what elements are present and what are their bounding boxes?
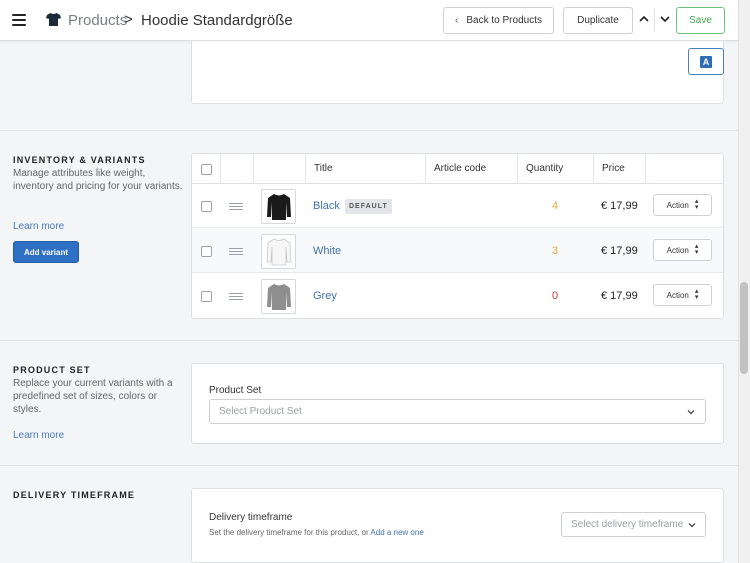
column-header-quantity[interactable]: Quantity: [526, 163, 563, 174]
product-set-label: Product Set: [209, 385, 262, 396]
section-divider: [0, 340, 738, 341]
variants-table: Title Article code Quantity Price Black …: [191, 153, 724, 319]
breadcrumb-separator: >: [124, 11, 133, 28]
variant-thumbnail[interactable]: [261, 279, 296, 314]
inventory-section-description: Manage attributes like weight, inventory…: [13, 168, 183, 192]
column-header-article-code[interactable]: Article code: [434, 163, 486, 174]
duplicate-button[interactable]: Duplicate: [563, 7, 633, 34]
variant-title-link[interactable]: Grey: [313, 290, 337, 302]
product-set-section-title: PRODUCT SET: [13, 365, 91, 375]
column-divider: [517, 154, 518, 184]
top-bar: Products > Hoodie Standardgröße ‹ Back t…: [0, 0, 738, 41]
inventory-section-title: INVENTORY & VARIANTS: [13, 155, 146, 165]
column-divider: [305, 154, 306, 184]
action-label: Action: [666, 290, 689, 300]
sweater-image: [266, 238, 291, 265]
table-row[interactable]: Black DEFAULT 4 € 17,99 Action ▴ ▾: [192, 184, 723, 228]
sweater-image: [266, 283, 291, 310]
variant-quantity: 0: [551, 290, 559, 302]
column-divider: [253, 154, 254, 184]
section-divider: [0, 130, 738, 131]
delivery-section-title: DELIVERY TIMEFRAME: [13, 490, 136, 500]
section-divider: [0, 465, 738, 466]
scrollbar-thumb[interactable]: [740, 282, 748, 374]
action-label: Action: [666, 245, 689, 255]
translate-icon: A: [700, 55, 712, 68]
variant-quantity: 4: [551, 200, 559, 212]
drag-handle-icon[interactable]: [229, 203, 243, 211]
variants-table-header: Title Article code Quantity Price: [192, 154, 723, 184]
select-all-checkbox[interactable]: [201, 164, 212, 175]
delivery-timeframe-select[interactable]: Select delivery timeframe: [561, 512, 706, 537]
product-set-placeholder: Select Product Set: [219, 406, 302, 417]
add-new-timeframe-link[interactable]: Add a new one: [370, 528, 423, 537]
variant-price: € 17,99: [601, 200, 638, 212]
breadcrumb-products[interactable]: Products: [68, 12, 127, 29]
row-checkbox[interactable]: [201, 201, 212, 212]
chevron-down-icon[interactable]: [659, 12, 671, 26]
column-divider: [425, 154, 426, 184]
updown-icon: ▴ ▾: [694, 198, 699, 211]
sweater-image: [266, 193, 291, 220]
drag-handle-icon[interactable]: [229, 293, 243, 301]
description-card: [191, 40, 724, 104]
column-header-price[interactable]: Price: [602, 163, 625, 174]
variant-title-link[interactable]: White: [313, 245, 341, 257]
action-dropdown[interactable]: Action ▴ ▾: [653, 239, 712, 261]
add-variant-button[interactable]: Add variant: [13, 241, 79, 263]
product-set-section-description: Replace your current variants with a pre…: [13, 378, 173, 415]
drag-handle-icon[interactable]: [229, 248, 243, 256]
variant-thumbnail[interactable]: [261, 234, 296, 269]
menu-icon[interactable]: [12, 14, 26, 26]
variant-price: € 17,99: [601, 290, 638, 302]
chevron-left-icon: ‹: [455, 15, 459, 26]
product-set-select[interactable]: Select Product Set: [209, 399, 706, 424]
shirt-icon: [46, 13, 61, 26]
delivery-label: Delivery timeframe: [209, 512, 293, 523]
delivery-help-copy: Set the delivery timeframe for this prod…: [209, 528, 369, 537]
updown-icon: ▴ ▾: [694, 243, 699, 256]
save-button[interactable]: Save: [676, 7, 725, 34]
delivery-help-text: Set the delivery timeframe for this prod…: [209, 528, 424, 537]
chevron-down-icon: [688, 523, 696, 528]
row-checkbox[interactable]: [201, 246, 212, 257]
row-checkbox[interactable]: [201, 291, 212, 302]
action-dropdown[interactable]: Action ▴ ▾: [653, 194, 712, 216]
back-to-products-button[interactable]: ‹ Back to Products: [443, 7, 554, 34]
variant-quantity: 3: [551, 245, 559, 257]
page-title: Hoodie Standardgröße: [141, 12, 293, 29]
column-header-title[interactable]: Title: [314, 163, 333, 174]
variant-thumbnail[interactable]: [261, 189, 296, 224]
column-divider: [220, 154, 221, 184]
column-divider: [593, 154, 594, 184]
variant-price: € 17,99: [601, 245, 638, 257]
translate-button[interactable]: A: [688, 48, 724, 75]
table-row[interactable]: White 3 € 17,99 Action ▴ ▾: [192, 229, 723, 273]
back-button-label: Back to Products: [466, 15, 542, 26]
inventory-learn-more-link[interactable]: Learn more: [13, 221, 64, 232]
default-badge: DEFAULT: [345, 199, 392, 214]
nav-divider: [654, 9, 655, 31]
delivery-placeholder: Select delivery timeframe: [571, 519, 684, 530]
table-row[interactable]: Grey 0 € 17,99 Action ▴ ▾: [192, 274, 723, 318]
updown-icon: ▴ ▾: [694, 288, 699, 301]
column-divider: [645, 154, 646, 184]
action-label: Action: [666, 200, 689, 210]
action-dropdown[interactable]: Action ▴ ▾: [653, 284, 712, 306]
chevron-up-icon[interactable]: [638, 12, 650, 26]
variant-title-link[interactable]: Black: [313, 200, 340, 212]
chevron-down-icon: [687, 410, 695, 415]
product-set-learn-more-link[interactable]: Learn more: [13, 430, 64, 441]
